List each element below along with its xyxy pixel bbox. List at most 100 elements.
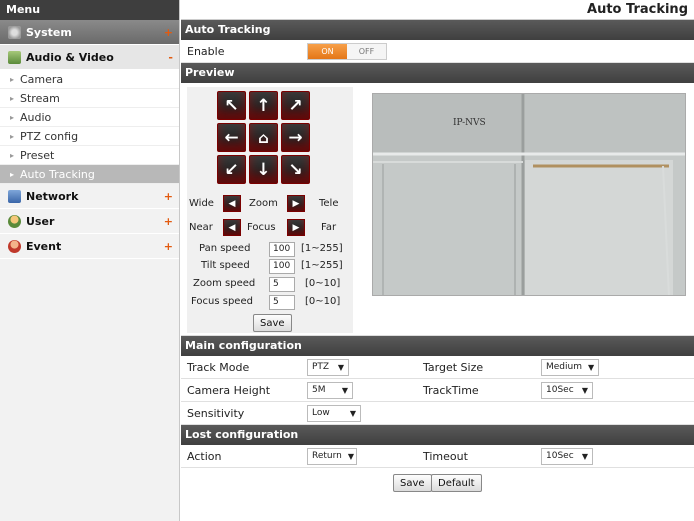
chevron-down-icon: ▼ [341,385,348,395]
enable-label: Enable [187,44,225,58]
chevron-down-icon: ▼ [581,385,588,395]
sidebar-item-ptz-config[interactable]: PTZ config [0,127,179,146]
arrow-left-icon[interactable]: ← [217,123,246,152]
sensitivity-label: Sensitivity [187,406,245,420]
arrow-up-icon[interactable]: ↑ [249,91,278,120]
page-title: Auto Tracking [181,0,694,20]
enable-toggle[interactable]: ON OFF [307,43,387,60]
video-overlay-text: IP-NVS [453,118,486,128]
camera-height-label: Camera Height [187,383,271,397]
user-icon [8,215,21,228]
target-size-value: Medium [546,362,582,372]
camera-height-value: 5M [312,385,326,395]
sidebar-category-label: Network [26,189,79,203]
arrow-up-left-icon[interactable]: ↖ [217,91,246,120]
action-label: Action [187,449,222,463]
section-main-configuration: Main configuration [181,336,694,356]
track-mode-select[interactable]: PTZ ▼ [307,358,349,376]
home-icon[interactable]: ⌂ [249,123,278,152]
expand-icon: + [163,26,173,39]
chevron-down-icon: ▼ [347,451,355,461]
sidebar-category-label: User [26,214,55,228]
sidebar-item-auto-tracking[interactable]: Auto Tracking [0,165,179,184]
arrow-down-left-icon[interactable]: ↙ [217,155,246,184]
wide-label: Wide [189,198,214,209]
sidebar-item-camera[interactable]: Camera [0,70,179,89]
pan-speed-range: [1~255] [301,243,343,254]
action-select[interactable]: Return ▼ [307,447,357,465]
toggle-off[interactable]: OFF [347,44,386,59]
focus-speed-label: Focus speed [191,296,253,307]
config-row-1: Track Mode PTZ ▼ Target Size Medium ▼ [181,356,694,379]
zoom-label: Zoom [249,198,278,209]
gear-icon [8,26,21,39]
arrow-right-icon[interactable]: → [281,123,310,152]
sidebar-item-stream[interactable]: Stream [0,89,179,108]
timeout-select[interactable]: 10Sec ▼ [541,447,593,465]
tele-label: Tele [319,198,339,209]
sidebar-category-label: Audio & Video [26,50,114,64]
menu-header: Menu [0,0,179,20]
zoom-speed-label: Zoom speed [193,278,256,289]
chevron-down-icon: ▼ [349,408,356,418]
toggle-on[interactable]: ON [308,44,347,59]
sensitivity-value: Low [312,408,330,418]
video-preview: IP-NVS [372,93,686,296]
sidebar-category-system[interactable]: System + [0,20,179,45]
pan-speed-input[interactable]: 100 [269,242,295,257]
arrow-up-right-icon[interactable]: ↗ [281,91,310,120]
section-preview: Preview [181,63,694,83]
sidebar-item-preset[interactable]: Preset [0,146,179,165]
arrow-down-right-icon[interactable]: ↘ [281,155,310,184]
track-time-value: 10Sec [546,385,574,395]
target-size-select[interactable]: Medium ▼ [541,358,599,376]
focus-label: Focus [247,222,276,233]
camera-height-select[interactable]: 5M ▼ [307,381,353,399]
near-label: Near [189,222,213,233]
focus-near-button[interactable]: ◀ [223,219,241,236]
target-size-label: Target Size [423,360,484,374]
sidebar-category-event[interactable]: Event + [0,234,179,259]
preview-area: ↖ ↑ ↗ ← ⌂ → ↙ ↓ ↘ Wide ◀ Zoom ▶ Tele Nea… [181,83,694,336]
lost-row: Action Return ▼ Timeout 10Sec ▼ [181,445,694,468]
network-icon [8,190,21,203]
enable-row: Enable ON OFF [181,40,694,63]
sidebar-category-user[interactable]: User + [0,209,179,234]
focus-far-button[interactable]: ▶ [287,219,305,236]
chevron-down-icon: ▼ [588,362,595,372]
video-frame [373,94,685,295]
timeout-label: Timeout [423,449,468,463]
camera-icon [8,51,21,64]
action-value: Return [312,451,342,461]
zoom-speed-input[interactable]: 5 [269,277,295,292]
arrow-down-icon[interactable]: ↓ [249,155,278,184]
default-button[interactable]: Default [431,474,482,492]
section-auto-tracking: Auto Tracking [181,20,694,40]
focus-speed-input[interactable]: 5 [269,295,295,310]
event-icon [8,240,21,253]
sidebar-category-label: Event [26,239,62,253]
track-mode-value: PTZ [312,362,330,372]
expand-icon: + [163,215,173,228]
pan-speed-label: Pan speed [199,243,251,254]
focus-speed-range: [0~10] [305,296,341,307]
sidebar-category-audio-video[interactable]: Audio & Video - [0,45,179,70]
section-lost-configuration: Lost configuration [181,425,694,445]
ptz-save-button[interactable]: Save [253,314,292,332]
config-row-3: Sensitivity Low ▼ [181,402,694,425]
chevron-down-icon: ▼ [337,362,344,372]
track-mode-label: Track Mode [187,360,250,374]
track-time-select[interactable]: 10Sec ▼ [541,381,593,399]
zoom-speed-range: [0~10] [305,278,341,289]
sidebar-category-network[interactable]: Network + [0,184,179,209]
zoom-wide-button[interactable]: ◀ [223,195,241,212]
tilt-speed-input[interactable]: 100 [269,259,295,274]
far-label: Far [321,222,337,233]
tilt-speed-label: Tilt speed [201,260,250,271]
main-content: Auto Tracking Auto Tracking Enable ON OF… [181,0,694,521]
tilt-speed-range: [1~255] [301,260,343,271]
sensitivity-select[interactable]: Low ▼ [307,404,361,422]
zoom-tele-button[interactable]: ▶ [287,195,305,212]
sidebar-item-audio[interactable]: Audio [0,108,179,127]
save-button[interactable]: Save [393,474,432,492]
